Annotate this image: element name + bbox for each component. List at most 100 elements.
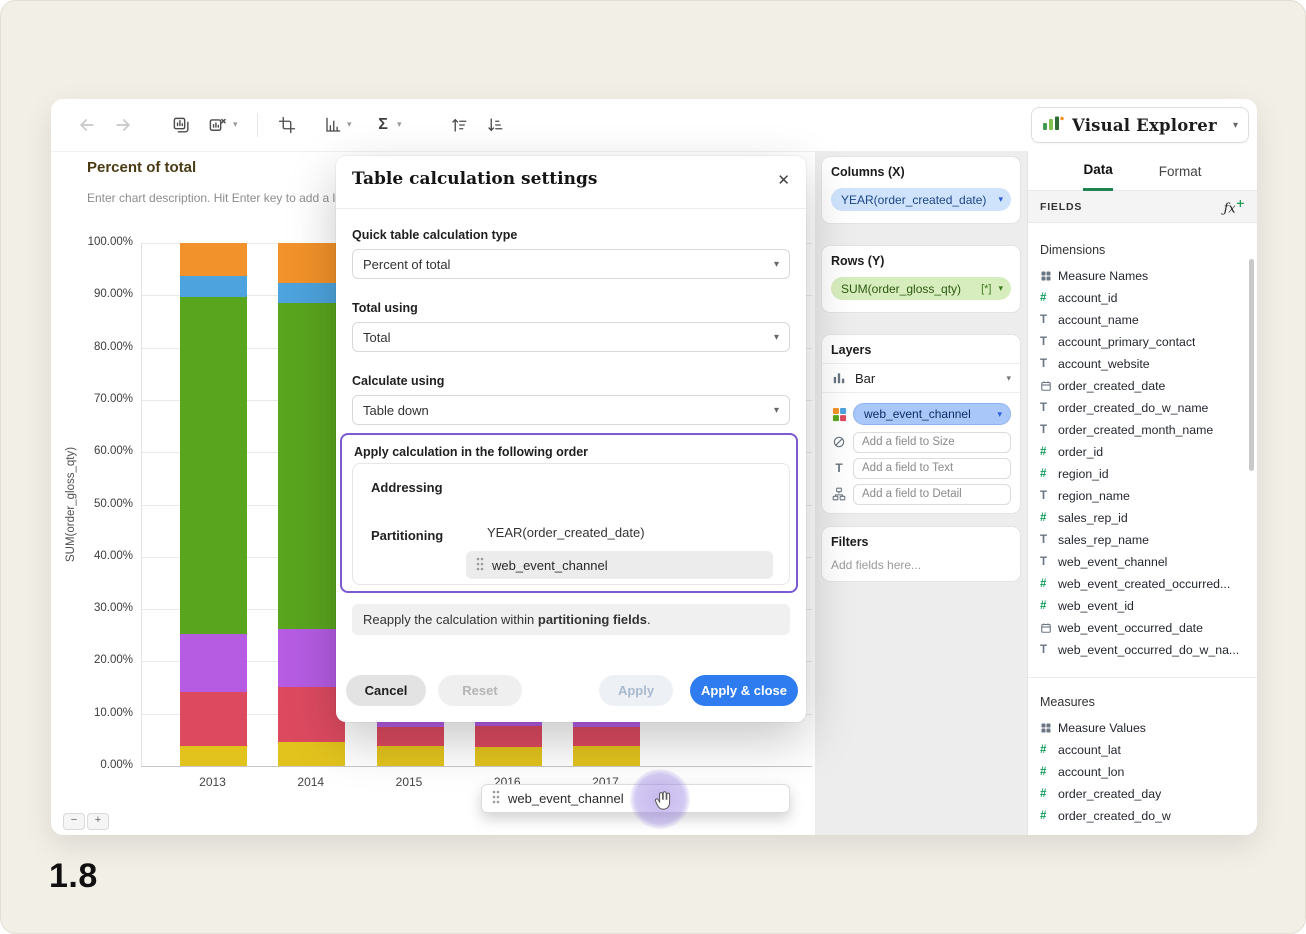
field-item[interactable]: #region_id [1028, 463, 1257, 485]
columns-field-pill[interactable]: YEAR(order_created_date) ▾ [831, 188, 1011, 211]
bar-segment[interactable] [377, 727, 444, 746]
clear-chart-icon[interactable] [203, 111, 231, 139]
field-item[interactable]: Tweb_event_channel [1028, 551, 1257, 573]
tab-format[interactable]: Format [1159, 151, 1202, 191]
layer-type-select[interactable]: Bar ▾ [822, 363, 1020, 393]
text-type-icon: T [1040, 556, 1058, 568]
filters-shelf-label: Filters [831, 535, 869, 549]
calc-type-select[interactable]: Percent of total ▾ [352, 249, 790, 279]
chevron-down-icon: ▾ [774, 332, 779, 343]
field-item[interactable]: order_created_date [1028, 375, 1257, 397]
field-item[interactable]: Taccount_name [1028, 309, 1257, 331]
bar-segment[interactable] [573, 727, 640, 746]
field-item[interactable]: #order_created_do_w [1028, 805, 1257, 827]
axis-settings-icon[interactable] [319, 111, 347, 139]
bar-segment[interactable] [377, 746, 444, 766]
partitioning-item[interactable]: web_event_channel [466, 551, 773, 579]
bar-segment[interactable] [475, 726, 542, 747]
chevron-down-icon: ▾ [1233, 120, 1238, 131]
bar-segment[interactable] [180, 243, 247, 276]
drag-handle-icon[interactable] [476, 557, 484, 574]
zoom-in-button[interactable]: + [87, 813, 109, 830]
y-axis-tick: 100.00% [88, 236, 133, 248]
cancel-button[interactable]: Cancel [346, 675, 426, 706]
y-axis-tick: 80.00% [94, 341, 133, 353]
drag-handle-icon[interactable] [492, 790, 500, 807]
table-calc-badge: [*] [981, 283, 991, 295]
field-item[interactable]: Measure Values [1028, 717, 1257, 739]
aggregate-icon[interactable]: Σ [369, 111, 397, 139]
chevron-down-icon[interactable]: ▾ [397, 119, 402, 130]
dragged-field-item[interactable]: web_event_channel [481, 784, 790, 813]
bar-segment[interactable] [180, 634, 247, 692]
field-item[interactable]: Torder_created_month_name [1028, 419, 1257, 441]
field-item[interactable]: #account_id [1028, 287, 1257, 309]
detail-drop-target[interactable]: Add a field to Detail [853, 484, 1011, 505]
color-field-pill[interactable]: web_event_channel ▾ [853, 403, 1011, 425]
text-type-icon: T [1040, 314, 1058, 326]
field-item[interactable]: #sales_rep_id [1028, 507, 1257, 529]
bar-segment[interactable] [180, 276, 247, 297]
field-item[interactable]: #order_id [1028, 441, 1257, 463]
field-item[interactable]: Tweb_event_occurred_do_w_na... [1028, 639, 1257, 661]
field-item[interactable]: Taccount_website [1028, 353, 1257, 375]
bar-segment[interactable] [573, 746, 640, 766]
field-item[interactable]: Tsales_rep_name [1028, 529, 1257, 551]
back-icon[interactable] [73, 111, 101, 139]
calc-type-label: Quick table calculation type [352, 228, 517, 242]
bar-segment[interactable] [278, 742, 345, 766]
field-item[interactable]: web_event_occurred_date [1028, 617, 1257, 639]
chart-subtitle[interactable]: Enter chart description. Hit Enter key t… [87, 191, 338, 205]
sort-ascending-icon[interactable] [445, 111, 473, 139]
field-name: web_event_occurred_date [1058, 621, 1203, 635]
reset-button[interactable]: Reset [438, 675, 522, 706]
crop-icon[interactable] [273, 111, 301, 139]
addressing-label: Addressing [371, 480, 443, 495]
field-item[interactable]: #account_lat [1028, 739, 1257, 761]
table-calculation-settings-dialog: Table calculation settings ✕ Quick table… [336, 156, 806, 722]
duplicate-chart-icon[interactable] [167, 111, 195, 139]
forward-icon[interactable] [109, 111, 137, 139]
chevron-down-icon[interactable]: ▾ [347, 119, 352, 130]
stacked-bar-2013[interactable] [180, 243, 247, 766]
chevron-down-icon: ▾ [998, 194, 1003, 205]
field-item[interactable]: #account_lon [1028, 761, 1257, 783]
field-item[interactable]: #order_created_day [1028, 783, 1257, 805]
field-item[interactable]: Tregion_name [1028, 485, 1257, 507]
field-item[interactable]: Measure Names [1028, 265, 1257, 287]
bar-segment[interactable] [180, 746, 247, 766]
add-calculation-icon[interactable]: ƒx+ [1224, 197, 1245, 216]
tab-data[interactable]: Data [1083, 151, 1112, 191]
calculate-using-select[interactable]: Table down ▾ [352, 395, 790, 425]
chevron-down-icon[interactable]: ▾ [233, 119, 238, 130]
visual-explorer-menu[interactable]: Visual Explorer ▾ [1031, 107, 1249, 143]
field-item[interactable]: #web_event_created_occurred... [1028, 573, 1257, 595]
bar-segment[interactable] [475, 747, 542, 766]
text-drop-target[interactable]: Add a field to Text [853, 458, 1011, 479]
y-axis-ticks: 100.00%90.00%80.00%70.00%60.00%50.00%40.… [75, 243, 133, 766]
dimensions-label: Dimensions [1040, 243, 1105, 257]
partitioning-item-label: web_event_channel [492, 558, 608, 573]
rows-field-pill[interactable]: SUM(order_gloss_qty) [*] ▾ [831, 277, 1011, 300]
fields-header-label: FIELDS [1040, 201, 1224, 213]
sort-descending-icon[interactable] [481, 111, 509, 139]
field-name: account_website [1058, 357, 1150, 371]
close-icon[interactable]: ✕ [777, 171, 790, 189]
bar-segment[interactable] [180, 297, 247, 634]
total-using-select[interactable]: Total ▾ [352, 322, 790, 352]
zoom-out-button[interactable]: − [63, 813, 85, 830]
field-item[interactable]: #web_event_id [1028, 595, 1257, 617]
filters-drop-target[interactable]: Add fields here... [831, 558, 921, 572]
apply-and-close-button[interactable]: Apply & close [690, 675, 798, 706]
partitioning-item[interactable]: YEAR(order_created_date) [487, 525, 645, 540]
scrollbar-thumb[interactable] [1249, 259, 1254, 471]
x-axis-label: 2014 [281, 775, 341, 789]
apply-button[interactable]: Apply [599, 675, 673, 706]
field-item[interactable]: Torder_created_do_w_name [1028, 397, 1257, 419]
bar-segment[interactable] [180, 692, 247, 746]
number-type-icon: # [1040, 766, 1058, 778]
size-drop-target[interactable]: Add a field to Size [853, 432, 1011, 453]
field-item[interactable]: Taccount_primary_contact [1028, 331, 1257, 353]
calculate-using-label: Calculate using [352, 374, 444, 388]
number-type-icon: # [1040, 468, 1058, 480]
